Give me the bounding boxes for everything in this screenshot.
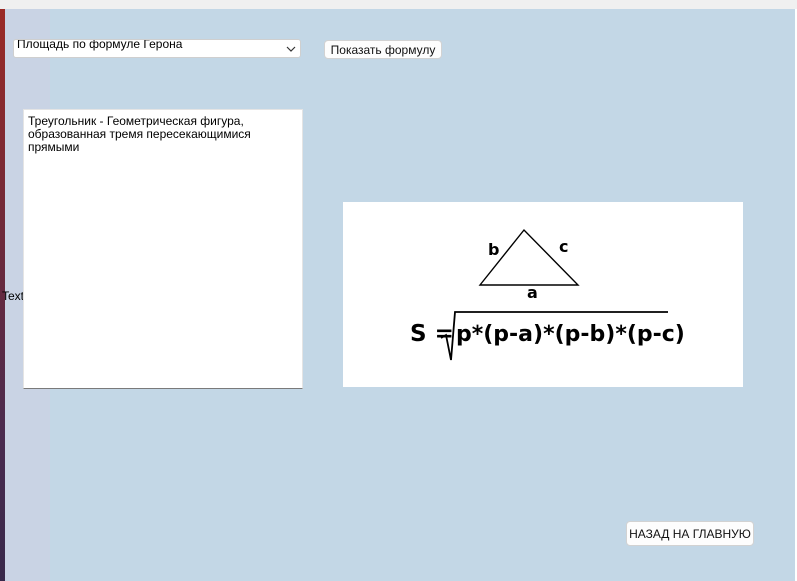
heron-formula: S = p*(p-a)*(p-b)*(p-c) bbox=[410, 311, 685, 361]
triangle-diagram: b c a bbox=[478, 228, 580, 302]
formula-method-select[interactable]: Площадь по формуле Герона bbox=[13, 39, 301, 58]
show-formula-button[interactable]: Показать формулу bbox=[324, 40, 442, 59]
chevron-down-icon[interactable] bbox=[284, 40, 298, 57]
side-b-label: b bbox=[488, 240, 499, 259]
text-field-label: Text bbox=[2, 289, 25, 303]
side-a-label: a bbox=[527, 283, 538, 302]
window-top-strip bbox=[0, 0, 797, 9]
heron-formula-image: b c a S = p*(p-a)*(p-b)*(p-c) bbox=[343, 202, 743, 387]
formula-method-value: Площадь по формуле Герона bbox=[17, 39, 183, 51]
side-c-label: c bbox=[559, 237, 568, 256]
description-textbox[interactable]: Треугольник - Геометрическая фигура, обр… bbox=[23, 109, 303, 389]
back-to-main-button[interactable]: НАЗАД НА ГЛАВНУЮ bbox=[626, 521, 754, 546]
formula-radicand: p*(p-a)*(p-b)*(p-c) bbox=[456, 322, 685, 347]
